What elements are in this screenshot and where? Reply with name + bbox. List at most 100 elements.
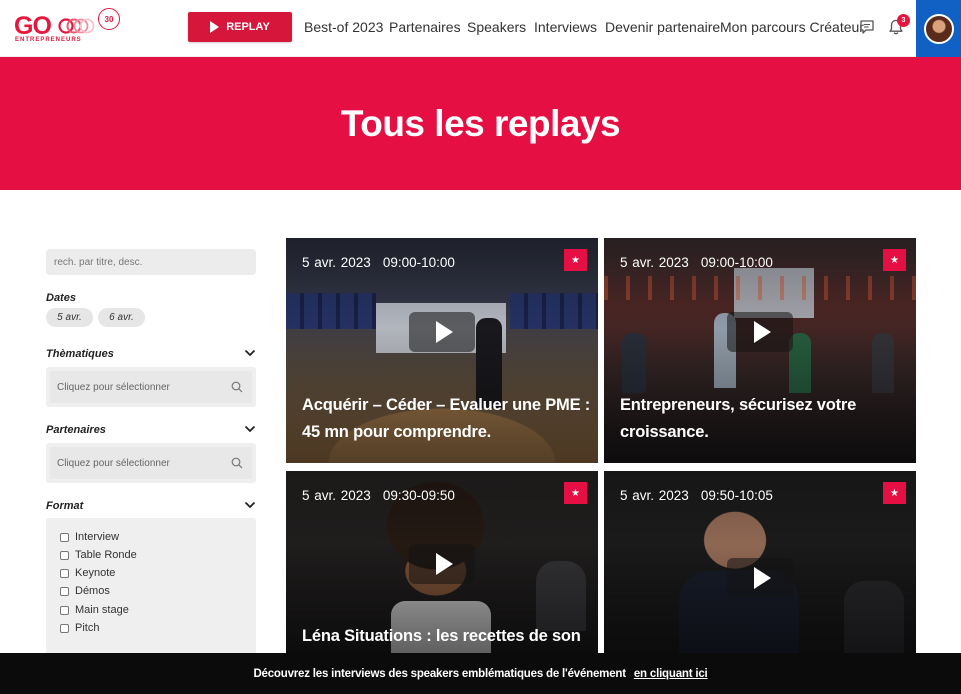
nav-interviews[interactable]: Interviews [534, 19, 597, 35]
favorite-star-button[interactable]: ★ [564, 249, 587, 271]
format-label: Main stage [75, 604, 129, 616]
avatar[interactable] [923, 13, 954, 44]
format-option-main-stage[interactable]: Main stage [60, 604, 129, 616]
replay-card[interactable]: 5 avr. 2023 09:30-09:50 ★ Léna Situations… [286, 471, 598, 653]
card-title-line: croissance. [620, 423, 709, 441]
format-options: Interview Table Ronde Keynote Démos Main… [46, 518, 256, 658]
partenaires-placeholder: Cliquez pour sélectionner [57, 457, 170, 469]
chevron-down-icon[interactable] [244, 425, 256, 433]
card-title-line: Entrepreneurs, sécurisez votre [620, 396, 857, 414]
format-option-demos[interactable]: Démos [60, 585, 110, 597]
bottom-banner: Découvrez les interviews des speakers em… [0, 653, 961, 694]
partenaires-filter-title: Partenaires [46, 424, 106, 436]
nav-speakers[interactable]: Speakers [467, 19, 526, 35]
nav-partenaires[interactable]: Partenaires [389, 19, 461, 35]
thematiques-placeholder: Cliquez pour sélectionner [57, 381, 170, 393]
format-label: Interview [75, 531, 120, 543]
banner-link[interactable]: en cliquant ici [634, 668, 708, 680]
date-chip-5-avr[interactable]: 5 avr. [46, 308, 93, 327]
replay-card[interactable]: 5 avr. 2023 09:50-10:05 ★ [604, 471, 916, 653]
search-icon [231, 381, 243, 393]
play-button[interactable] [727, 558, 793, 598]
format-option-interview[interactable]: Interview [60, 531, 119, 543]
nav-devenir-partenaire[interactable]: Devenir partenaire [605, 19, 720, 35]
format-label: Pitch [75, 622, 100, 634]
replay-button[interactable]: REPLAY [188, 12, 292, 42]
card-datetime: 5 avr. 2023 09:00-10:00 [302, 255, 455, 270]
star-icon: ★ [890, 487, 899, 499]
star-icon: ★ [890, 254, 899, 266]
format-option-table-ronde[interactable]: Table Ronde [60, 549, 137, 561]
play-icon [753, 567, 771, 589]
replay-button-label: REPLAY [226, 21, 270, 33]
chevron-down-icon[interactable] [244, 501, 256, 509]
replay-card[interactable]: 5 avr. 2023 09:00-10:00 ★ Acquérir – Céde… [286, 238, 598, 463]
banner-text: Découvrez les interviews des speakers em… [253, 667, 626, 680]
favorite-star-button[interactable]: ★ [883, 482, 906, 504]
page-title: Tous les replays [340, 102, 621, 144]
card-time: 09:00-10:00 [382, 255, 455, 270]
card-datetime: 5 avr. 2023 09:50-10:05 [620, 488, 773, 503]
format-label: Démos [75, 585, 110, 597]
format-label: Table Ronde [75, 549, 137, 561]
anniversary-badge: 30 [98, 8, 120, 30]
card-time: 09:30-09:50 [382, 488, 455, 503]
play-icon [435, 553, 453, 575]
date-chip-6-avr[interactable]: 6 avr. [98, 308, 145, 327]
card-date: 5 avr. 2023 [302, 255, 371, 270]
nav-mon-parcours-createur[interactable]: Mon parcours Créateur [720, 19, 864, 35]
star-icon: ★ [571, 487, 580, 499]
card-datetime: 5 avr. 2023 09:30-09:50 [302, 488, 455, 503]
search-input[interactable] [46, 249, 256, 275]
checkbox[interactable] [60, 623, 69, 633]
card-title-line: Léna Situations : les recettes de son [302, 627, 581, 645]
card-date: 5 avr. 2023 [620, 255, 689, 270]
search-icon [231, 457, 243, 469]
format-option-pitch[interactable]: Pitch [60, 622, 99, 634]
play-button[interactable] [409, 544, 475, 584]
card-title: Entrepreneurs, sécurisez votre croissanc… [620, 392, 856, 446]
play-button[interactable] [409, 312, 475, 352]
favorite-star-button[interactable]: ★ [883, 249, 906, 271]
chat-icon[interactable] [858, 18, 876, 36]
card-time: 09:00-10:00 [700, 255, 773, 270]
partenaires-select[interactable]: Cliquez pour sélectionner [46, 443, 256, 483]
format-option-keynote[interactable]: Keynote [60, 567, 115, 579]
card-title-line: 45 mn pour comprendre. [302, 423, 492, 441]
play-icon [210, 21, 220, 33]
thematiques-filter-title: Thèmatiques [46, 348, 114, 360]
user-menu[interactable] [916, 0, 961, 57]
format-label: Keynote [75, 567, 116, 579]
nav-best-of-2023[interactable]: Best-of 2023 [304, 19, 383, 35]
replay-card[interactable]: 5 avr. 2023 09:00-10:00 ★ Entrepreneurs, … [604, 238, 916, 463]
go-entrepreneurs-logo[interactable]: GO ENTREPRENEURS 30 [14, 8, 124, 46]
play-icon [753, 321, 771, 343]
card-title-line: Acquérir – Céder – Evaluer une PME : [302, 396, 591, 414]
logo-rings-icon [58, 18, 95, 34]
play-button[interactable] [727, 312, 793, 352]
checkbox[interactable] [60, 586, 69, 596]
card-date: 5 avr. 2023 [620, 488, 689, 503]
star-icon: ★ [571, 254, 580, 266]
format-filter-title: Format [46, 500, 84, 512]
chevron-down-icon[interactable] [244, 349, 256, 357]
card-time: 09:50-10:05 [700, 488, 773, 503]
logo-subtitle: ENTREPRENEURS [15, 37, 82, 43]
checkbox[interactable] [60, 532, 69, 542]
card-date: 5 avr. 2023 [302, 488, 371, 503]
site-header: GO ENTREPRENEURS 30 REPLAY Best-of 2023 … [0, 0, 961, 57]
checkbox[interactable] [60, 568, 69, 578]
hero-banner: Tous les replays [0, 57, 961, 190]
card-title: Acquérir – Céder – Evaluer une PME : 45 … [302, 392, 590, 446]
notification-badge: 3 [897, 14, 910, 27]
card-title: Léna Situations : les recettes de son [302, 623, 581, 650]
partenaires-select-field[interactable]: Cliquez pour sélectionner [50, 447, 252, 479]
checkbox[interactable] [60, 605, 69, 615]
dates-filter-title: Dates [46, 292, 76, 304]
play-icon [435, 321, 453, 343]
thematiques-select[interactable]: Cliquez pour sélectionner [46, 367, 256, 407]
checkbox[interactable] [60, 550, 69, 560]
card-datetime: 5 avr. 2023 09:00-10:00 [620, 255, 773, 270]
favorite-star-button[interactable]: ★ [564, 482, 587, 504]
thematiques-select-field[interactable]: Cliquez pour sélectionner [50, 371, 252, 403]
